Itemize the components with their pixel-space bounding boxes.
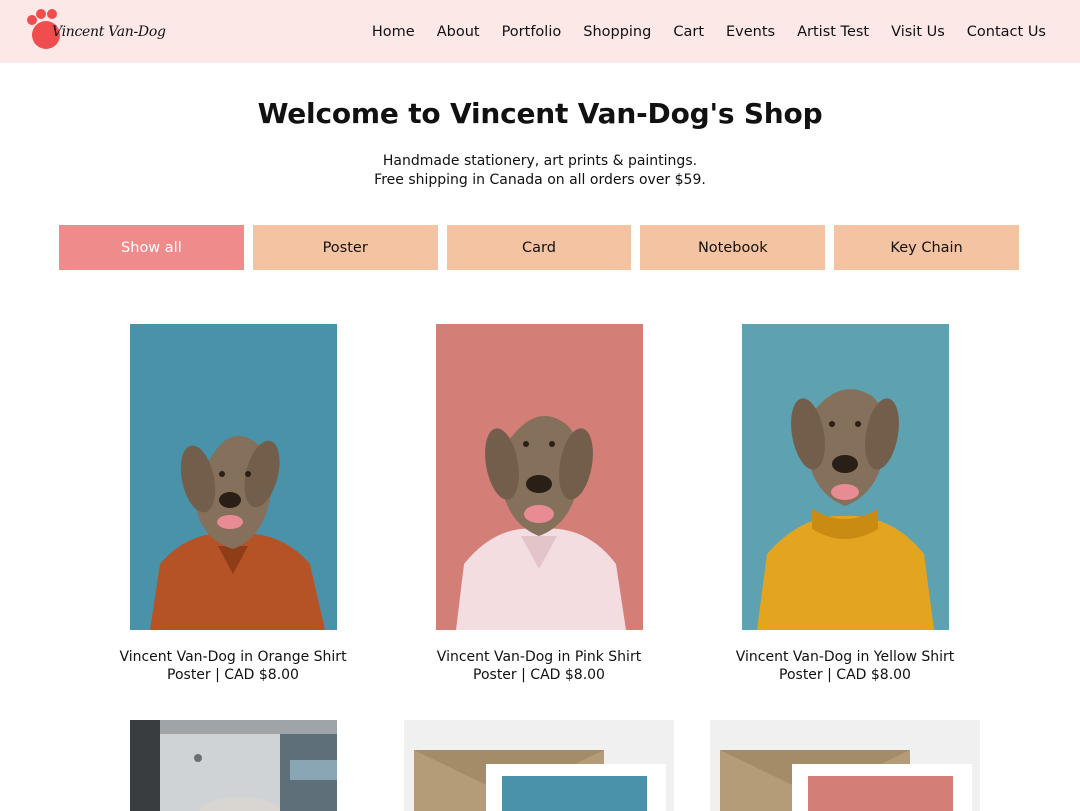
nav-contact-us[interactable]: Contact Us [967, 24, 1046, 40]
nav-cart[interactable]: Cart [673, 24, 704, 40]
filter-card-button[interactable]: Card [446, 225, 632, 270]
product-meta: Poster | CAD $8.00 [167, 667, 299, 683]
nav-events[interactable]: Events [726, 24, 775, 40]
site-header: Vincent Van-Dog Home About Portfolio Sho… [0, 0, 1080, 63]
product-name[interactable]: Vincent Van-Dog in Pink Shirt [386, 648, 692, 666]
dog-yellow-shirt-image [742, 324, 949, 630]
filter-key-chain-button[interactable]: Key Chain [834, 225, 1019, 270]
product-meta: Poster | CAD $8.00 [473, 667, 605, 683]
nav-shopping[interactable]: Shopping [583, 24, 651, 40]
product-image-orange[interactable] [130, 324, 337, 630]
product-name[interactable]: Vincent Van-Dog in Yellow Shirt [692, 648, 998, 666]
brand-name: Vincent Van-Dog [52, 24, 166, 40]
nav-portfolio[interactable]: Portfolio [502, 24, 562, 40]
product-image-card-pink[interactable] [710, 720, 980, 811]
page-title: Welcome to Vincent Van-Dog's Shop [257, 97, 823, 130]
product-caption: Vincent Van-Dog in Orange Shirt Poster |… [80, 648, 386, 684]
dog-orange-shirt-image [130, 324, 337, 630]
product-image-yellow[interactable] [742, 324, 949, 630]
dog-window-image [130, 720, 337, 811]
dog-pink-shirt-image [436, 324, 643, 630]
card-envelope-image [710, 720, 980, 811]
page-subtitle: Handmade stationery, art prints & painti… [0, 152, 1080, 190]
nav-about[interactable]: About [437, 24, 480, 40]
product-meta: Poster | CAD $8.00 [779, 667, 911, 683]
category-filters: Show all Poster Card Notebook Key Chain [59, 225, 1019, 270]
product-caption: Vincent Van-Dog in Yellow Shirt Poster |… [692, 648, 998, 684]
filter-notebook-button[interactable]: Notebook [640, 225, 826, 270]
product-image-pink[interactable] [436, 324, 643, 630]
nav-home[interactable]: Home [372, 24, 415, 40]
filter-poster-button[interactable]: Poster [252, 225, 438, 270]
product-name[interactable]: Vincent Van-Dog in Orange Shirt [80, 648, 386, 666]
subtitle-line-1: Handmade stationery, art prints & painti… [382, 153, 698, 169]
product-image-card-blue[interactable] [404, 720, 674, 811]
nav-visit-us[interactable]: Visit Us [891, 24, 945, 40]
subtitle-line-2: Free shipping in Canada on all orders ov… [374, 172, 706, 188]
filter-show-all-button[interactable]: Show all [59, 225, 244, 270]
product-caption: Vincent Van-Dog in Pink Shirt Poster | C… [386, 648, 692, 684]
nav-artist-test[interactable]: Artist Test [797, 24, 869, 40]
main-nav: Home About Portfolio Shopping Cart Event… [350, 0, 1046, 63]
card-envelope-image [404, 720, 674, 811]
brand-logo[interactable]: Vincent Van-Dog [24, 6, 184, 54]
product-image-gray[interactable] [130, 720, 337, 811]
